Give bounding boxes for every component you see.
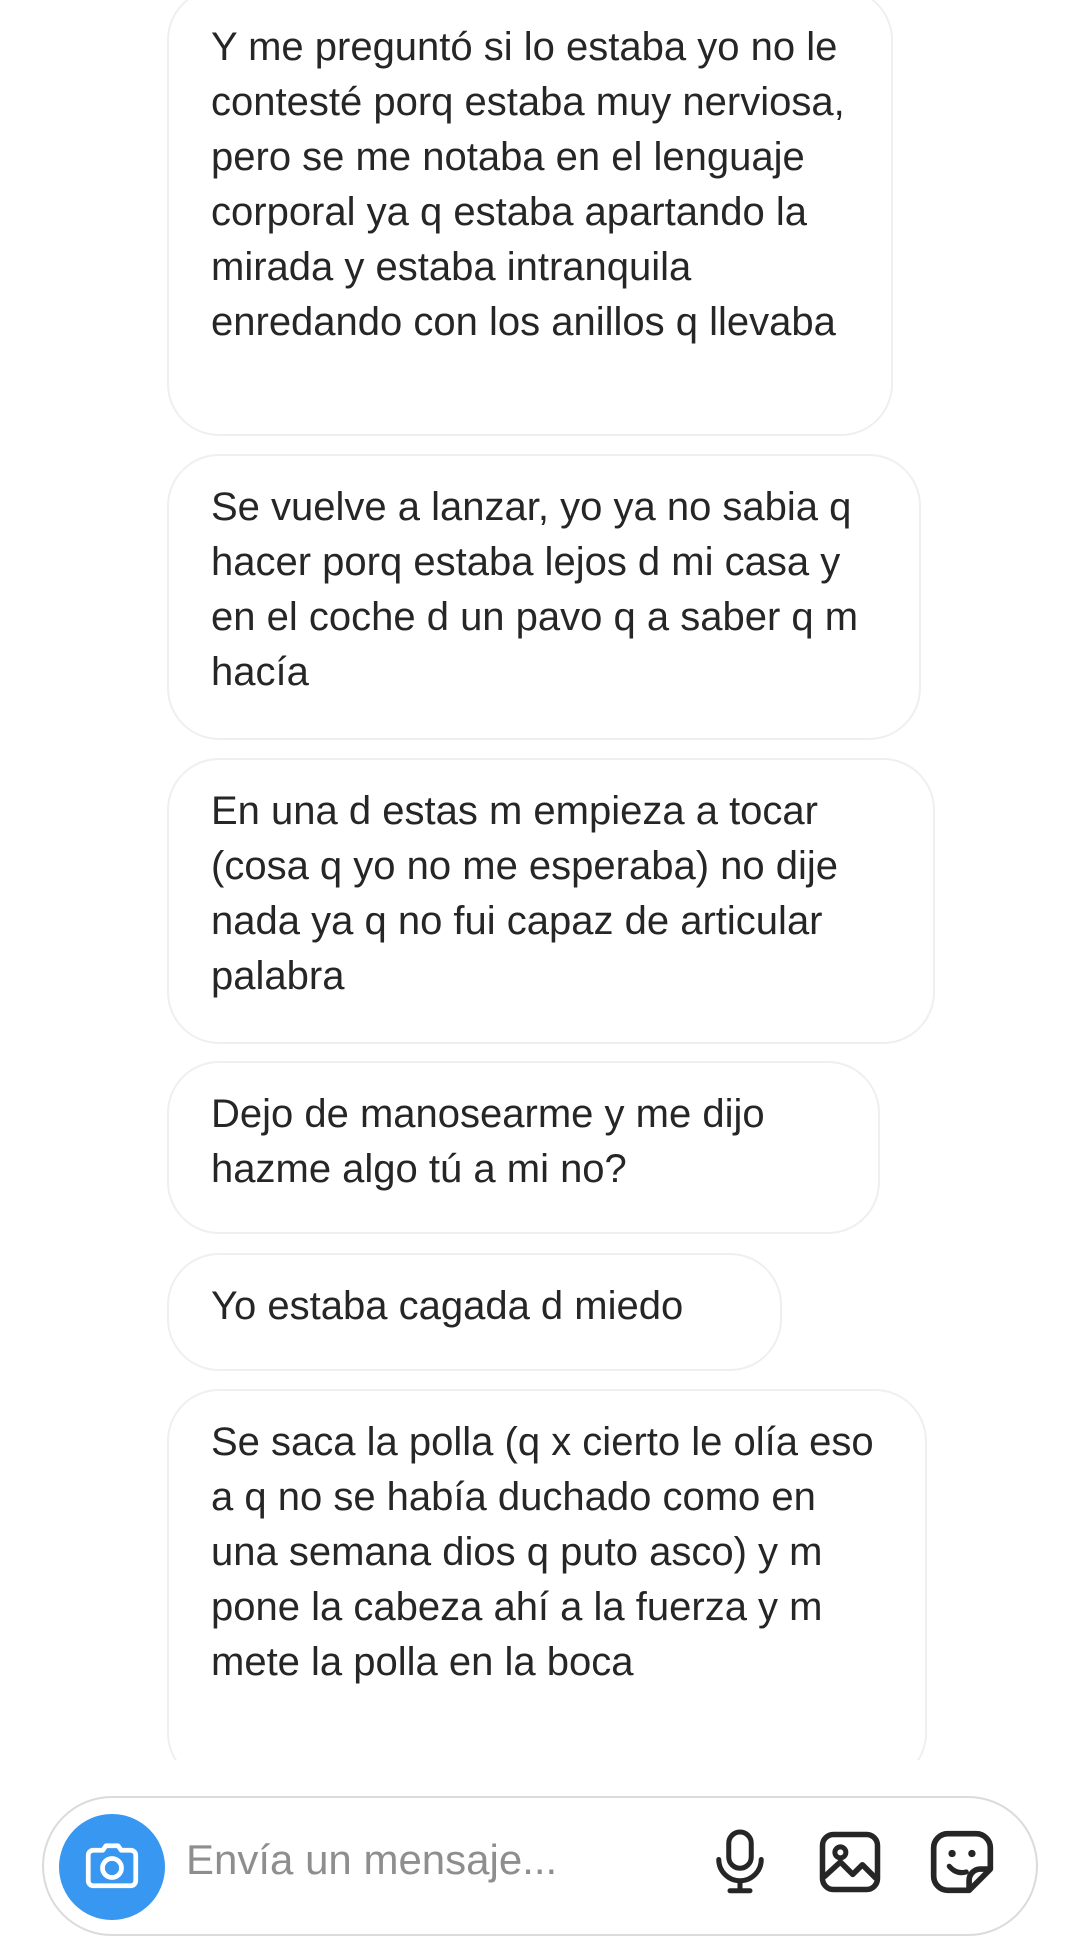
message-composer bbox=[42, 1796, 1038, 1936]
gallery-icon bbox=[819, 1831, 881, 1893]
message-bubble[interactable]: Se saca la polla (q x cierto le olía eso… bbox=[167, 1389, 927, 1760]
message-text: Se saca la polla (q x cierto le olía eso… bbox=[211, 1420, 874, 1684]
message-text: Yo estaba cagada d miedo bbox=[211, 1284, 684, 1328]
message-thread: Y me preguntó si lo estaba yo no le cont… bbox=[0, 0, 1080, 1760]
message-bubble[interactable]: En una d estas m empieza a tocar (cosa q… bbox=[167, 758, 935, 1044]
camera-button[interactable] bbox=[59, 1814, 165, 1920]
message-text: En una d estas m empieza a tocar (cosa q… bbox=[211, 789, 839, 998]
camera-icon bbox=[85, 1843, 139, 1889]
message-bubble[interactable]: Yo estaba cagada d miedo bbox=[167, 1253, 782, 1371]
message-bubble[interactable]: Se vuelve a lanzar, yo ya no sabia q hac… bbox=[167, 454, 921, 740]
message-input[interactable] bbox=[186, 1828, 726, 1892]
message-text: Se vuelve a lanzar, yo ya no sabia q hac… bbox=[211, 485, 859, 694]
microphone-icon bbox=[716, 1829, 764, 1894]
sticker-icon bbox=[930, 1830, 994, 1894]
sticker-button[interactable] bbox=[924, 1824, 1000, 1900]
gallery-button[interactable] bbox=[812, 1824, 888, 1900]
message-bubble[interactable]: Y me preguntó si lo estaba yo no le cont… bbox=[167, 0, 893, 436]
voice-message-button[interactable] bbox=[702, 1824, 778, 1900]
message-bubble[interactable]: Dejo de manosearme y me dijo hazme algo … bbox=[167, 1061, 880, 1234]
message-text: Y me preguntó si lo estaba yo no le cont… bbox=[211, 25, 845, 344]
message-text: Dejo de manosearme y me dijo hazme algo … bbox=[211, 1092, 765, 1191]
